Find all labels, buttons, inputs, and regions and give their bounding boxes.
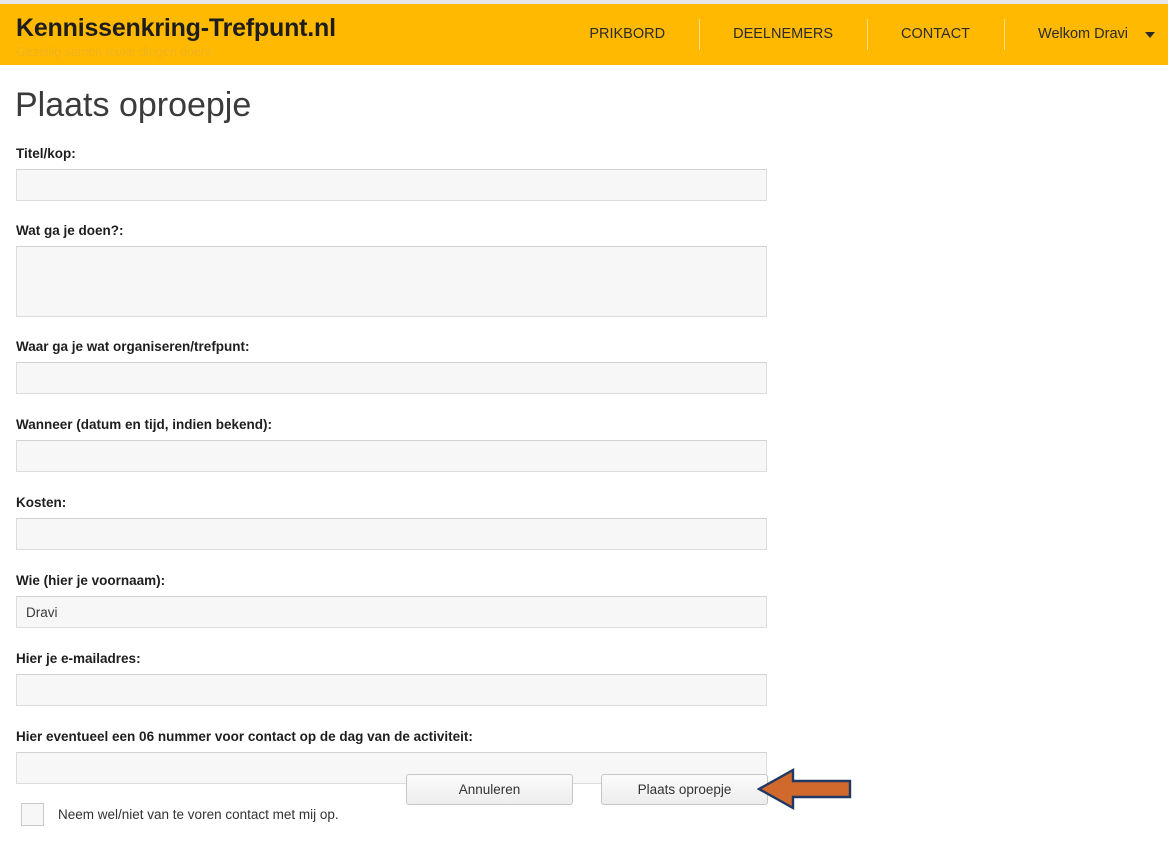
field-label-waar: Waar ga je wat organiseren/trefpunt:	[16, 339, 250, 354]
input-kosten[interactable]	[16, 518, 767, 550]
field-email: Hier je e-mailadres:	[16, 650, 768, 706]
field-label-email: Hier je e-mailadres:	[16, 651, 141, 666]
input-wanneer[interactable]	[16, 440, 767, 472]
field-label-wie: Wie (hier je voornaam):	[16, 573, 166, 588]
field-wie: Wie (hier je voornaam):	[16, 572, 768, 628]
brand-title: Kennissenkring-Trefpunt.nl	[16, 14, 336, 42]
nav-item-deelnemers[interactable]: DEELNEMERS	[699, 4, 867, 65]
field-kosten: Kosten:	[16, 494, 768, 550]
field-label-titel: Titel/kop:	[16, 146, 76, 161]
nav-item-user-welcome[interactable]: Welkom Dravi	[1004, 4, 1146, 65]
contact-checkbox-row: Neem wel/niet van te voren contact met m…	[16, 803, 768, 826]
submit-button[interactable]: Plaats oproepje	[601, 774, 768, 805]
field-wanneer: Wanneer (datum en tijd, indien bekend):	[16, 416, 768, 472]
field-titel: Titel/kop:	[16, 145, 768, 201]
input-titel[interactable]	[16, 169, 767, 201]
input-email[interactable]	[16, 674, 767, 706]
contact-checkbox[interactable]	[21, 803, 44, 826]
left-arrow-annotation	[756, 766, 852, 812]
field-label-wanneer: Wanneer (datum en tijd, indien bekend):	[16, 417, 273, 432]
field-label-wat-ga-je-doen: Wat ga je doen?:	[16, 223, 124, 238]
field-wat-ga-je-doen: Wat ga je doen?:	[16, 222, 768, 317]
field-label-kosten: Kosten:	[16, 495, 67, 510]
page-root: Kennissenkring-Trefpunt.nl Gezellig same…	[0, 0, 1168, 841]
field-label-telefoon: Hier eventueel een 06 nummer voor contac…	[16, 729, 473, 744]
nav-item-prikbord[interactable]: PRIKBORD	[555, 4, 699, 65]
input-wat-ga-je-doen[interactable]	[16, 246, 767, 317]
oproepje-form: Titel/kop: Wat ga je doen?: Waar ga je w…	[16, 145, 768, 826]
input-wie[interactable]	[16, 596, 767, 628]
main-navigation: PRIKBORD DEELNEMERS CONTACT Welkom Dravi	[555, 4, 1168, 65]
brand: Kennissenkring-Trefpunt.nl Gezellig same…	[16, 13, 576, 60]
field-waar: Waar ga je wat organiseren/trefpunt:	[16, 338, 768, 394]
page-title: Plaats oproepje	[15, 86, 252, 124]
site-header: Kennissenkring-Trefpunt.nl Gezellig same…	[0, 4, 1168, 65]
contact-checkbox-label: Neem wel/niet van te voren contact met m…	[58, 807, 339, 822]
brand-subtitle: Gezellig samen leuke dingen doen!	[16, 45, 212, 59]
nav-item-contact[interactable]: CONTACT	[867, 4, 1004, 65]
input-waar[interactable]	[16, 362, 767, 394]
chevron-down-icon[interactable]	[1145, 4, 1168, 65]
form-actions: Annuleren Plaats oproepje	[406, 774, 768, 805]
cancel-button[interactable]: Annuleren	[406, 774, 573, 805]
